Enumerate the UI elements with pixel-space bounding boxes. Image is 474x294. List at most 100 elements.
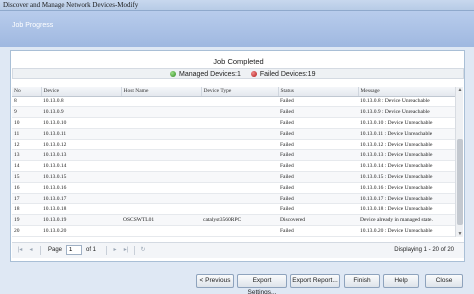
cell-status: Discovered <box>278 214 358 227</box>
pager-separator <box>134 246 135 255</box>
device-summary-bar: Managed Devices:1 Failed Devices:19 <box>12 68 464 79</box>
cell-no: 17 <box>12 193 41 205</box>
cell-device: 10.13.0.20 <box>41 225 121 237</box>
cell-message: 10.13.0.15 : Device Unreachable <box>358 171 456 183</box>
table-row[interactable]: 17 10.13.0.17 Failed 10.13.0.17 : Device Un… <box>12 193 456 205</box>
cell-no: 9 <box>12 106 41 119</box>
cell-host-name <box>121 106 201 119</box>
table-row[interactable]: 20 10.13.0.20 Failed 10.13.0.20 : Device Un… <box>12 225 456 237</box>
cell-device-type <box>201 171 278 183</box>
finish-button[interactable]: Finish <box>344 274 380 288</box>
cell-no: 15 <box>12 171 41 183</box>
cell-no: 16 <box>12 182 41 194</box>
cell-no: 11 <box>12 128 41 140</box>
table-row[interactable]: 8 10.13.0.8 Failed 10.13.0.8 : Device Unrea… <box>12 96 456 108</box>
cell-host-name <box>121 225 201 237</box>
cell-device-type: catalyst3560RPC <box>201 214 278 227</box>
cell-message: 10.13.0.11 : Device Unreachable <box>358 128 456 140</box>
cell-host-name <box>121 171 201 183</box>
refresh-icon[interactable]: ↻ <box>139 246 147 254</box>
cell-message: 10.13.0.10 : Device Unreachable <box>358 117 456 129</box>
cell-device-type <box>201 117 278 129</box>
cell-device-type <box>201 160 278 173</box>
cell-device: 10.13.0.14 <box>41 160 121 173</box>
cell-no: 19 <box>12 214 41 227</box>
cell-message: 10.13.0.20 : Device Unreachable <box>358 225 456 237</box>
cell-device: 10.13.0.16 <box>41 182 121 194</box>
cell-no: 12 <box>12 139 41 151</box>
device-results-grid[interactable]: No Device Host Name Device Type Status M… <box>12 87 464 237</box>
table-row[interactable]: 15 10.13.0.15 Failed 10.13.0.15 : Device Un… <box>12 171 456 183</box>
export-report-button[interactable]: Export Report... <box>290 274 340 288</box>
cell-no: 10 <box>12 117 41 129</box>
table-row[interactable]: 12 10.13.0.12 Failed 10.13.0.12 : Device Un… <box>12 139 456 151</box>
table-row[interactable]: 14 10.13.0.14 Failed 10.13.0.14 : Device Un… <box>12 160 456 173</box>
table-row[interactable]: 11 10.13.0.11 Failed 10.13.0.11 : Device Un… <box>12 128 456 140</box>
column-header-host-name[interactable]: Host Name <box>121 87 202 97</box>
column-header-no[interactable]: No <box>12 87 42 97</box>
prev-page-icon[interactable]: ◂ <box>27 246 35 254</box>
managed-devices-count: Managed Devices:1 <box>179 71 241 78</box>
cell-no: 14 <box>12 160 41 173</box>
grid-header-row: No Device Host Name Device Type Status M… <box>12 87 457 97</box>
previous-button[interactable]: < Previous <box>196 274 234 288</box>
page-header: Job Progress <box>0 11 474 47</box>
cell-device: 10.13.0.12 <box>41 139 121 151</box>
cell-host-name <box>121 139 201 151</box>
job-progress-panel: Job Completed Managed Devices:1 Failed D… <box>10 50 465 262</box>
pager-separator <box>40 246 41 255</box>
cell-status: Failed <box>278 225 358 237</box>
page-label: Page <box>48 247 63 253</box>
column-header-device-type[interactable]: Device Type <box>201 87 279 97</box>
page-title: Job Progress <box>12 22 54 29</box>
job-status: Job Completed <box>213 57 264 66</box>
cell-host-name <box>121 193 201 205</box>
scroll-down-icon[interactable]: ▼ <box>456 231 464 237</box>
cell-status: Failed <box>278 182 358 194</box>
column-header-status[interactable]: Status <box>278 87 359 97</box>
table-row[interactable]: 10 10.13.0.10 Failed 10.13.0.10 : Device Un… <box>12 117 456 129</box>
cell-no: 8 <box>12 96 41 108</box>
table-row[interactable]: 18 10.13.0.18 Failed 10.13.0.18 : Device Un… <box>12 203 456 216</box>
cell-host-name: OSCSWTL01 <box>121 214 201 227</box>
cell-device-type <box>201 203 278 216</box>
table-row[interactable]: 13 10.13.0.13 Failed 10.13.0.13 : Device Un… <box>12 149 456 162</box>
cell-device-type <box>201 128 278 140</box>
cell-message: 10.13.0.16 : Device Unreachable <box>358 182 456 194</box>
table-row[interactable]: 19 10.13.0.19 OSCSWTL01 catalyst3560RPC Disc… <box>12 214 456 227</box>
first-page-icon[interactable]: |◂ <box>16 246 24 254</box>
cell-status: Failed <box>278 139 358 151</box>
table-row[interactable]: 16 10.13.0.16 Failed 10.13.0.16 : Device Un… <box>12 182 456 194</box>
last-page-icon[interactable]: ▸| <box>122 246 130 254</box>
cell-message: 10.13.0.13 : Device Unreachable <box>358 149 456 162</box>
cell-device: 10.13.0.10 <box>41 117 121 129</box>
cell-status: Failed <box>278 96 358 108</box>
column-header-message[interactable]: Message <box>358 87 457 97</box>
failed-devices-count: Failed Devices:19 <box>259 71 316 78</box>
cell-status: Failed <box>278 171 358 183</box>
cell-device-type <box>201 139 278 151</box>
scrollbar-thumb[interactable] <box>457 139 463 225</box>
pager-separator <box>106 246 107 255</box>
cell-host-name <box>121 96 201 108</box>
page-number-input[interactable] <box>66 245 82 255</box>
cell-host-name <box>121 160 201 173</box>
cell-device-type <box>201 106 278 119</box>
export-settings-button[interactable]: Export Settings... <box>237 274 287 294</box>
page-count-label: of 1 <box>86 247 97 253</box>
next-page-icon[interactable]: ▸ <box>111 246 119 254</box>
cell-device: 10.13.0.11 <box>41 128 121 140</box>
scroll-up-icon[interactable]: ▲ <box>456 87 464 93</box>
cell-message: 10.13.0.9 : Device Unreachable <box>358 106 456 119</box>
close-button[interactable]: Close <box>425 274 463 288</box>
column-header-device[interactable]: Device <box>41 87 122 97</box>
cell-host-name <box>121 203 201 216</box>
cell-message: Device already in managed state. <box>358 214 456 227</box>
cell-host-name <box>121 128 201 140</box>
help-button[interactable]: Help <box>383 274 419 288</box>
grid-scrollbar[interactable]: ▲ ▼ <box>455 87 463 237</box>
managed-status-icon <box>170 71 176 77</box>
table-row[interactable]: 9 10.13.0.9 Failed 10.13.0.9 : Device Unrea… <box>12 106 456 119</box>
cell-device: 10.13.0.18 <box>41 203 121 216</box>
cell-device-type <box>201 225 278 237</box>
